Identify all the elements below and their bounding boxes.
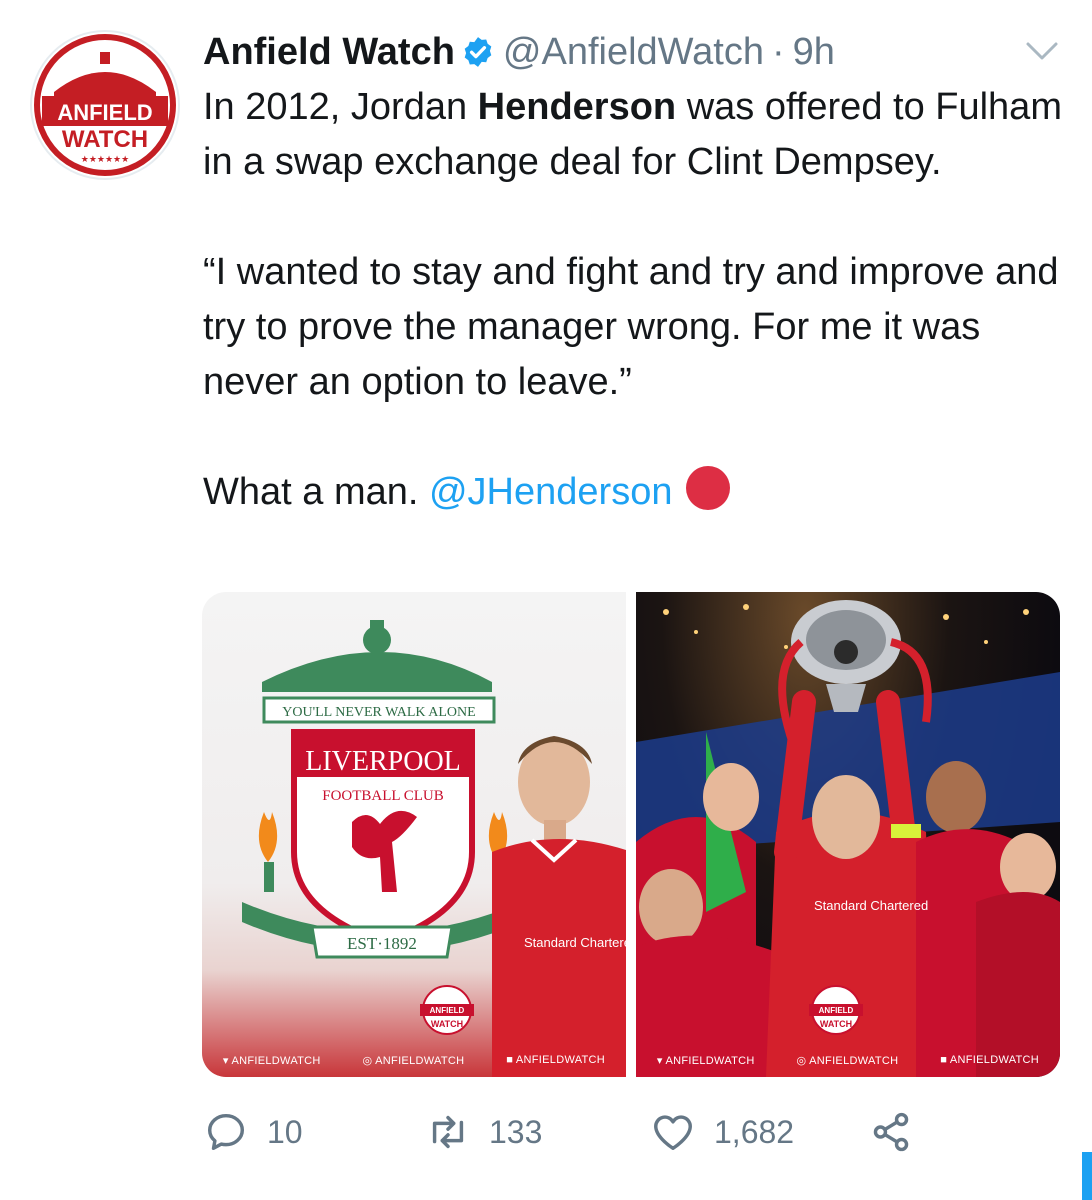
liverpool-crest-illustration: YOU'LL NEVER WALK ALONE LIVERPOOL FOOTBA…: [242, 620, 626, 1077]
avatar[interactable]: ANFIELD WATCH ★★★★★★: [30, 30, 180, 180]
share-icon: [873, 1112, 909, 1152]
anfield-watch-logo-icon: ANFIELD WATCH ★★★★★★: [34, 34, 176, 176]
twitter-handle-left: ▾ ANFIELDWATCH: [222, 1055, 321, 1067]
instagram-handle-right: ◎ ANFIELDWATCH: [796, 1055, 899, 1067]
crest-club-name: LIVERPOOL: [305, 746, 461, 777]
watermark-top-left: ANFIELD: [430, 1006, 465, 1015]
facebook-handle-right: ■ ANFIELDWATCH: [940, 1054, 1040, 1066]
tweet-header: Anfield Watch @AnfieldWatch · 9h: [203, 24, 835, 80]
action-bar: 10 133 1,682: [203, 1104, 923, 1160]
scrollbar-thumb[interactable]: [1082, 1152, 1092, 1200]
crest-est: EST·1892: [347, 934, 417, 953]
watermark-bottom-right: WATCH: [820, 1019, 852, 1029]
reply-button[interactable]: 10: [203, 1104, 303, 1160]
crest-motto: YOU'LL NEVER WALK ALONE: [282, 705, 475, 720]
handle[interactable]: @AnfieldWatch: [503, 31, 764, 74]
share-button[interactable]: [868, 1104, 932, 1160]
watermark-bottom-left: WATCH: [431, 1019, 463, 1029]
like-button[interactable]: 1,682: [650, 1104, 794, 1160]
display-name[interactable]: Anfield Watch: [203, 31, 455, 74]
media-grid: YOU'LL NEVER WALK ALONE LIVERPOOL FOOTBA…: [202, 592, 1060, 1077]
reply-count: 10: [267, 1113, 303, 1150]
retweet-icon: [432, 1115, 464, 1149]
mention-link[interactable]: @JHenderson: [429, 471, 672, 513]
red-circle-emoji-icon: [686, 466, 731, 510]
reply-icon: [207, 1113, 245, 1151]
jersey-sponsor-left: Standard Chartered: [524, 935, 626, 950]
chevron-down-icon[interactable]: [1020, 36, 1064, 66]
avatar-text-bottom: WATCH: [62, 126, 148, 153]
crest-club-sub: FOOTBALL CLUB: [322, 788, 444, 804]
timestamp[interactable]: 9h: [793, 31, 835, 74]
retweet-button[interactable]: 133: [425, 1104, 542, 1160]
tweet-paragraph-1: In 2012, Jordan Henderson was offered to…: [203, 86, 1062, 183]
trophy-celebration-illustration: Standard Chartered ANFIELD WATCH: [636, 600, 1060, 1077]
photo-trophy-celebration[interactable]: Standard Chartered ANFIELD WATCH ▾ ANFIE…: [636, 592, 1060, 1077]
avatar-text-top: ANFIELD: [57, 100, 152, 125]
tweet-text: In 2012, Jordan Henderson was offered to…: [203, 80, 1083, 520]
bold-name: Henderson: [477, 86, 677, 128]
like-count: 1,682: [714, 1113, 795, 1150]
heart-icon: [654, 1115, 692, 1151]
tweet-quote: “I wanted to stay and fight and try and …: [203, 251, 1059, 403]
avatar-stars: ★★★★★★: [81, 154, 129, 164]
retweet-count: 133: [489, 1113, 543, 1150]
tweet-paragraph-3: What a man. @JHenderson: [203, 465, 1083, 520]
social-row-left: ▾ ANFIELDWATCH ◎ ANFIELDWATCH ■ ANFIELDW…: [202, 1054, 626, 1067]
verified-badge-icon: [464, 37, 492, 67]
facebook-handle-left: ■ ANFIELDWATCH: [506, 1054, 606, 1066]
watermark-top-right: ANFIELD: [819, 1006, 854, 1015]
separator-dot: ·: [771, 30, 785, 73]
instagram-handle-left: ◎ ANFIELDWATCH: [362, 1055, 465, 1067]
twitter-handle-right: ▾ ANFIELDWATCH: [656, 1055, 755, 1067]
photo-crest-henderson[interactable]: YOU'LL NEVER WALK ALONE LIVERPOOL FOOTBA…: [202, 592, 626, 1077]
jersey-sponsor-right: Standard Chartered: [814, 898, 928, 913]
social-row-right: ▾ ANFIELDWATCH ◎ ANFIELDWATCH ■ ANFIELDW…: [636, 1054, 1060, 1067]
